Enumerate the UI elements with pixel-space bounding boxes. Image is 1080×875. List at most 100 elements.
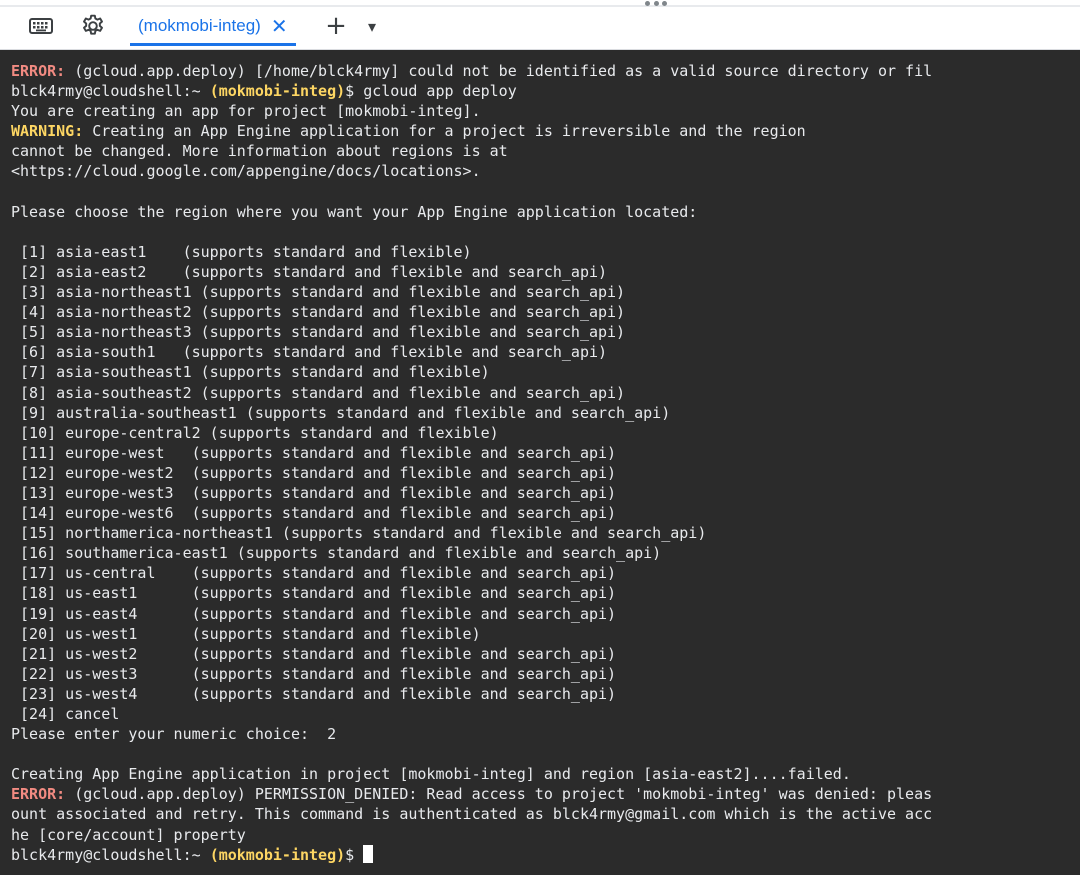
- terminal-line: [17] us-central (supports standard and f…: [11, 563, 932, 583]
- terminal-text: blck4rmy@cloudshell:~: [11, 82, 210, 101]
- terminal-text: $ gcloud app deploy: [345, 82, 517, 101]
- terminal-text: Please choose the region where you want …: [11, 202, 698, 221]
- terminal-output: ERROR: (gcloud.app.deploy) [/home/blck4r…: [11, 61, 932, 865]
- terminal-line: [10] europe-central2 (supports standard …: [11, 423, 932, 443]
- handle-dot: [645, 0, 650, 6]
- terminal-line: [16] southamerica-east1 (supports standa…: [11, 543, 932, 563]
- terminal-text: You are creating an app for project [mok…: [11, 102, 481, 121]
- terminal-line: [1] asia-east1 (supports standard and fl…: [11, 242, 932, 262]
- terminal-line: You are creating an app for project [mok…: [11, 101, 932, 121]
- terminal-line: [11] europe-west (supports standard and …: [11, 443, 932, 463]
- cloud-shell-toolbar: (mokmobi-integ) ✕ + ▾: [0, 0, 1080, 50]
- project-name: (mokmobi-integ): [209, 82, 346, 101]
- handle-dot: [662, 0, 667, 6]
- terminal-text: (gcloud.app.deploy) [/home/blck4rmy] cou…: [65, 62, 933, 80]
- terminal-line: [22] us-west3 (supports standard and fle…: [11, 664, 932, 684]
- terminal-text: he [core/account] property: [11, 825, 246, 844]
- terminal-line: cannot be changed. More information abou…: [11, 141, 932, 161]
- keyboard-icon: [29, 18, 53, 34]
- terminal-line: [13] europe-west3 (supports standard and…: [11, 483, 932, 503]
- terminal-line: he [core/account] property: [11, 825, 932, 845]
- terminal[interactable]: ERROR: (gcloud.app.deploy) [/home/blck4r…: [0, 50, 1080, 875]
- terminal-text: [14] europe-west6 (supports standard and…: [11, 504, 617, 523]
- terminal-text: ount associated and retry. This command …: [11, 805, 933, 824]
- terminal-line: [3] asia-northeast1 (supports standard a…: [11, 282, 932, 302]
- keyboard-button[interactable]: [27, 12, 55, 40]
- terminal-line: [8] asia-southeast2 (supports standard a…: [11, 383, 932, 403]
- tab-menu-button[interactable]: ▾: [358, 12, 386, 40]
- terminal-text: (gcloud.app.deploy) PERMISSION_DENIED: R…: [65, 785, 933, 804]
- terminal-text: [20] us-west1 (supports standard and fle…: [11, 624, 481, 643]
- terminal-line: ERROR: (gcloud.app.deploy) [/home/blck4r…: [11, 61, 932, 81]
- chevron-down-icon: ▾: [367, 16, 377, 36]
- terminal-line: [5] asia-northeast3 (supports standard a…: [11, 322, 932, 342]
- terminal-line: [24] cancel: [11, 704, 932, 724]
- terminal-text: <https://cloud.google.com/appengine/docs…: [11, 162, 481, 181]
- terminal-line: [4] asia-northeast2 (supports standard a…: [11, 302, 932, 322]
- resize-handle[interactable]: [645, 0, 667, 6]
- terminal-text: [24] cancel: [11, 705, 120, 723]
- terminal-line: [2] asia-east2 (supports standard and fl…: [11, 262, 932, 282]
- terminal-line: Please enter your numeric choice: 2: [11, 724, 932, 744]
- terminal-line: [12] europe-west2 (supports standard and…: [11, 463, 932, 483]
- terminal-text: [23] us-west4 (supports standard and fle…: [11, 684, 617, 703]
- close-icon[interactable]: ✕: [271, 12, 288, 40]
- terminal-line: blck4rmy@cloudshell:~ (mokmobi-integ)$: [11, 844, 932, 865]
- terminal-line: [23] us-west4 (supports standard and fle…: [11, 684, 932, 704]
- tab-mokmobi-integ[interactable]: (mokmobi-integ) ✕: [130, 12, 296, 46]
- terminal-line: Creating App Engine application in proje…: [11, 764, 932, 784]
- terminal-text: [3] asia-northeast1 (supports standard a…: [11, 283, 626, 302]
- terminal-cursor: [363, 844, 374, 863]
- tab-label: (mokmobi-integ): [138, 16, 261, 35]
- terminal-text: [5] asia-northeast3 (supports standard a…: [11, 323, 626, 342]
- terminal-text: [2] asia-east2 (supports standard and fl…: [11, 262, 608, 281]
- gear-icon: [83, 14, 103, 35]
- terminal-line: [18] us-east1 (supports standard and fle…: [11, 583, 932, 603]
- terminal-text: [1] asia-east1 (supports standard and fl…: [11, 242, 472, 261]
- terminal-text: $: [345, 845, 364, 864]
- terminal-text: [15] northamerica-northeast1 (supports s…: [11, 524, 707, 543]
- error-label: ERROR:: [11, 785, 66, 804]
- terminal-text: blck4rmy@cloudshell:~: [11, 845, 210, 864]
- terminal-text: [9] australia-southeast1 (supports stand…: [11, 403, 671, 422]
- terminal-text: [7] asia-southeast1 (supports standard a…: [11, 363, 490, 382]
- plus-icon: +: [325, 11, 347, 41]
- terminal-line: [19] us-east4 (supports standard and fle…: [11, 604, 932, 624]
- settings-button[interactable]: [79, 12, 107, 40]
- terminal-line: ount associated and retry. This command …: [11, 804, 932, 824]
- terminal-text: [16] southamerica-east1 (supports standa…: [11, 544, 662, 563]
- terminal-text: [12] europe-west2 (supports standard and…: [11, 463, 617, 482]
- terminal-text: [11] europe-west (supports standard and …: [11, 443, 617, 462]
- terminal-line: [7] asia-southeast1 (supports standard a…: [11, 362, 932, 382]
- terminal-text: [21] us-west2 (supports standard and fle…: [11, 644, 617, 663]
- terminal-line: [20] us-west1 (supports standard and fle…: [11, 624, 932, 644]
- project-name: (mokmobi-integ): [209, 845, 346, 864]
- terminal-text: Creating App Engine application in proje…: [11, 765, 851, 784]
- terminal-text: [17] us-central (supports standard and f…: [11, 564, 617, 583]
- terminal-line: [15] northamerica-northeast1 (supports s…: [11, 523, 932, 543]
- terminal-text: [18] us-east1 (supports standard and fle…: [11, 584, 617, 603]
- terminal-line: WARNING: Creating an App Engine applicat…: [11, 121, 932, 141]
- terminal-line: [21] us-west2 (supports standard and fle…: [11, 644, 932, 664]
- handle-dot: [653, 0, 659, 6]
- top-divider: [0, 5, 1080, 7]
- terminal-line: blck4rmy@cloudshell:~ (mokmobi-integ)$ g…: [11, 81, 932, 101]
- terminal-text: [13] europe-west3 (supports standard and…: [11, 483, 617, 502]
- terminal-text: [19] us-east4 (supports standard and fle…: [11, 604, 617, 623]
- warning-label: WARNING:: [11, 122, 84, 141]
- terminal-line: ERROR: (gcloud.app.deploy) PERMISSION_DE…: [11, 784, 932, 804]
- terminal-line: <https://cloud.google.com/appengine/docs…: [11, 161, 932, 181]
- terminal-line: [9] australia-southeast1 (supports stand…: [11, 403, 932, 423]
- terminal-text: Creating an App Engine application for a…: [83, 122, 806, 141]
- terminal-text: [10] europe-central2 (supports standard …: [11, 423, 499, 442]
- error-label: ERROR:: [11, 62, 66, 80]
- terminal-line: [14] europe-west6 (supports standard and…: [11, 503, 932, 523]
- terminal-text: [4] asia-northeast2 (supports standard a…: [11, 303, 626, 322]
- add-tab-button[interactable]: +: [322, 12, 350, 40]
- terminal-line: Please choose the region where you want …: [11, 202, 932, 222]
- terminal-text: Please enter your numeric choice: 2: [11, 725, 337, 744]
- terminal-text: [8] asia-southeast2 (supports standard a…: [11, 383, 626, 402]
- terminal-text: [22] us-west3 (supports standard and fle…: [11, 664, 617, 683]
